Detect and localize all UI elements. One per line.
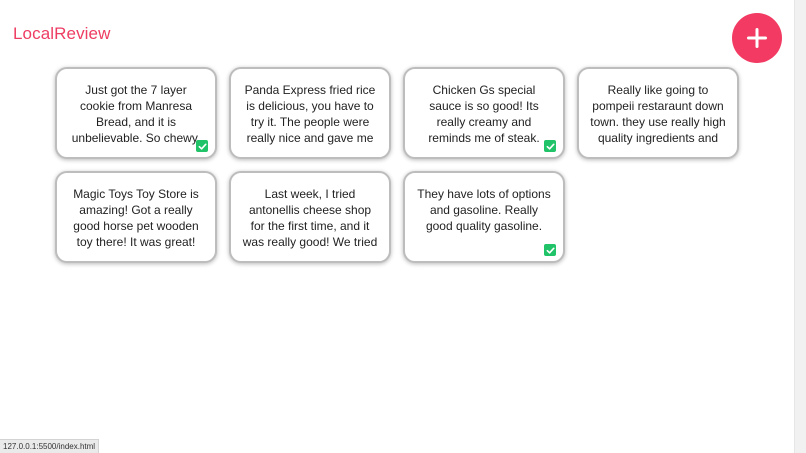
page: LocalReview Just got the 7 layer cookie …	[0, 0, 806, 453]
review-card[interactable]: Panda Express fried rice is delicious, y…	[229, 67, 391, 159]
review-card[interactable]: Really like going to pompeii restaraunt …	[577, 67, 739, 159]
review-card[interactable]: Last week, I tried antonellis cheese sho…	[229, 171, 391, 263]
status-bar-url: 127.0.0.1:5500/index.html	[0, 439, 100, 453]
check-icon[interactable]	[544, 244, 556, 256]
review-text: Just got the 7 layer cookie from Manresa…	[71, 83, 201, 145]
add-review-button[interactable]	[732, 13, 782, 63]
review-card[interactable]: They have lots of options and gasoline. …	[403, 171, 565, 263]
review-text: Chicken Gs special sauce is so good! Its…	[428, 83, 540, 145]
review-text: Magic Toys Toy Store is amazing! Got a r…	[73, 187, 199, 249]
app-logo[interactable]: LocalReview	[13, 24, 110, 44]
check-icon[interactable]	[544, 140, 556, 152]
review-text: They have lots of options and gasoline. …	[417, 187, 551, 233]
review-grid: Just got the 7 layer cookie from Manresa…	[55, 67, 739, 263]
review-card[interactable]: Magic Toys Toy Store is amazing! Got a r…	[55, 171, 217, 263]
review-card[interactable]: Just got the 7 layer cookie from Manresa…	[55, 67, 217, 159]
plus-icon	[747, 28, 767, 48]
review-text: Last week, I tried antonellis cheese sho…	[242, 187, 378, 249]
vertical-scrollbar[interactable]	[794, 0, 806, 453]
review-text: Really like going to pompeii restaraunt …	[590, 83, 726, 145]
review-card[interactable]: Chicken Gs special sauce is so good! Its…	[403, 67, 565, 159]
check-icon[interactable]	[196, 140, 208, 152]
review-text: Panda Express fried rice is delicious, y…	[244, 83, 376, 145]
